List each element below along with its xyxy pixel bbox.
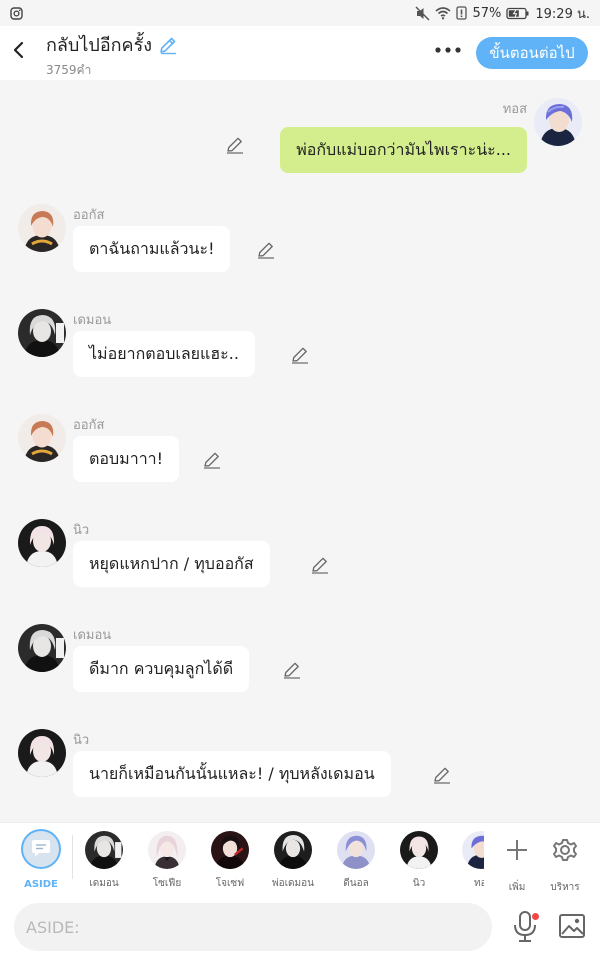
character-label: เดมอน <box>89 878 119 889</box>
divider <box>72 835 73 879</box>
status-bar: 57% 19:29 น. <box>0 0 600 26</box>
chat-message: ออกัส ตาฉันถามแล้วนะ! <box>0 204 600 294</box>
avatar-damon-father <box>274 831 312 869</box>
avatar-tos[interactable] <box>534 98 582 146</box>
sender-name: เดมอน <box>73 313 112 328</box>
image-icon[interactable] <box>558 913 586 939</box>
message-bubble[interactable]: ดีมาก ควบคุมลูกได้ดี <box>73 646 250 692</box>
data-saver-icon <box>456 6 468 20</box>
message-input[interactable] <box>14 903 492 951</box>
character-bar: ASIDE เดมอน โซเฟีย โจเซฟ พ่อเดมอน ดีนอล … <box>0 822 600 894</box>
more-options-icon[interactable] <box>432 38 464 62</box>
character-damon-father[interactable]: พ่อเดมอน <box>265 831 321 891</box>
chat-message: นิว นายก็เหมือนกันนั้นแหละ! / ทุบหลังเดม… <box>0 729 600 819</box>
avatar-sophia <box>148 831 186 869</box>
avatar-august[interactable] <box>18 204 66 252</box>
title-block: กลับไปอีกครั้ง 3759คำ <box>46 30 178 80</box>
sender-name: นิว <box>73 733 90 748</box>
edit-message-pencil-icon[interactable] <box>225 135 245 155</box>
character-tos[interactable]: ทอ <box>454 831 484 891</box>
message-bubble[interactable]: ไม่อยากตอบเลยแฮะ.. <box>73 331 255 377</box>
sender-name: นิว <box>73 523 90 538</box>
chat-message: ออกัส ตอบมาาา! <box>0 414 600 504</box>
clock: 19:29 น. <box>535 6 590 22</box>
character-label: โจเซฟ <box>215 878 245 889</box>
avatar-joseph <box>211 831 249 869</box>
message-bubble[interactable]: นายก็เหมือนกันนั้นแหละ! / ทุบหลังเดมอน <box>73 751 391 797</box>
next-step-button[interactable]: ขั้นตอนต่อไป <box>476 37 588 69</box>
notification-dot <box>532 913 539 920</box>
message-bubble[interactable]: ตาฉันถามแล้วนะ! <box>73 226 231 272</box>
sender-name: ออกัส <box>73 418 105 433</box>
aside-tab[interactable]: ASIDE <box>18 829 64 890</box>
avatar-new <box>400 831 438 869</box>
instagram-icon <box>10 6 23 20</box>
message-bubble[interactable]: พ่อกับแม่บอกว่ามันไพเราะน่ะ... <box>280 127 527 173</box>
edit-message-pencil-icon[interactable] <box>256 240 276 260</box>
mute-icon <box>415 6 430 20</box>
edit-message-pencil-icon[interactable] <box>282 660 302 680</box>
add-label: เพิ่ม <box>508 882 526 893</box>
wifi-icon <box>435 7 451 20</box>
character-label: นิว <box>412 878 426 889</box>
chat-message: เดมอน ดีมาก ควบคุมลูกได้ดี <box>0 624 600 714</box>
avatar-tos <box>462 831 484 869</box>
back-arrow-icon[interactable] <box>8 38 30 62</box>
avatar-new[interactable] <box>18 519 66 567</box>
battery-icon <box>506 7 529 19</box>
battery-percent: 57% <box>472 5 502 21</box>
sender-name: เดมอน <box>73 628 112 643</box>
character-label: โซเฟีย <box>152 878 182 889</box>
plus-icon <box>507 840 527 860</box>
edit-message-pencil-icon[interactable] <box>202 450 222 470</box>
character-label: ดีนอล <box>343 878 369 889</box>
aside-label: ASIDE <box>24 879 58 890</box>
app-header: กลับไปอีกครั้ง 3759คำ ขั้นตอนต่อไป <box>0 26 600 80</box>
word-count: 3759คำ <box>46 63 92 77</box>
aside-chat-icon <box>21 829 61 869</box>
character-new[interactable]: นิว <box>391 831 447 891</box>
edit-title-pencil-icon[interactable] <box>158 35 178 55</box>
sender-name: ออกัส <box>73 208 105 223</box>
character-joseph[interactable]: โจเซฟ <box>202 831 258 891</box>
message-bubble[interactable]: หยุดแหกปาก / ทุบออกัส <box>73 541 270 587</box>
character-dinol[interactable]: ดีนอล <box>328 831 384 891</box>
manage-button[interactable]: บริหาร <box>540 831 590 895</box>
edit-message-pencil-icon[interactable] <box>290 345 310 365</box>
avatar-damon[interactable] <box>18 309 66 357</box>
avatar-damon <box>85 831 123 869</box>
character-label: ทอ <box>474 878 484 889</box>
avatar-new[interactable] <box>18 729 66 777</box>
add-character-button[interactable]: เพิ่ม <box>492 831 542 895</box>
chat-message: นิว หยุดแหกปาก / ทุบออกัส <box>0 519 600 609</box>
chat-message: เดมอน ไม่อยากตอบเลยแฮะ.. <box>0 309 600 399</box>
page-title: กลับไปอีกครั้ง <box>46 35 153 56</box>
character-label: พ่อเดมอน <box>272 878 314 889</box>
avatar-dinol <box>337 831 375 869</box>
chat-area: ทอส พ่อกับแม่บอกว่ามันไพเราะน่ะ... ออกัส… <box>0 80 600 822</box>
edit-message-pencil-icon[interactable] <box>432 765 452 785</box>
avatar-damon[interactable] <box>18 624 66 672</box>
avatar-august[interactable] <box>18 414 66 462</box>
gear-icon <box>553 839 577 861</box>
character-damon[interactable]: เดมอน <box>76 831 132 891</box>
manage-label: บริหาร <box>550 882 580 893</box>
edit-message-pencil-icon[interactable] <box>310 555 330 575</box>
chat-message: ทอส พ่อกับแม่บอกว่ามันไพเราะน่ะ... <box>0 80 600 173</box>
character-sophia[interactable]: โซเฟีย <box>139 831 195 891</box>
message-bubble[interactable]: ตอบมาาา! <box>73 436 180 482</box>
sender-name: ทอส <box>502 102 527 117</box>
input-bar <box>0 894 600 960</box>
